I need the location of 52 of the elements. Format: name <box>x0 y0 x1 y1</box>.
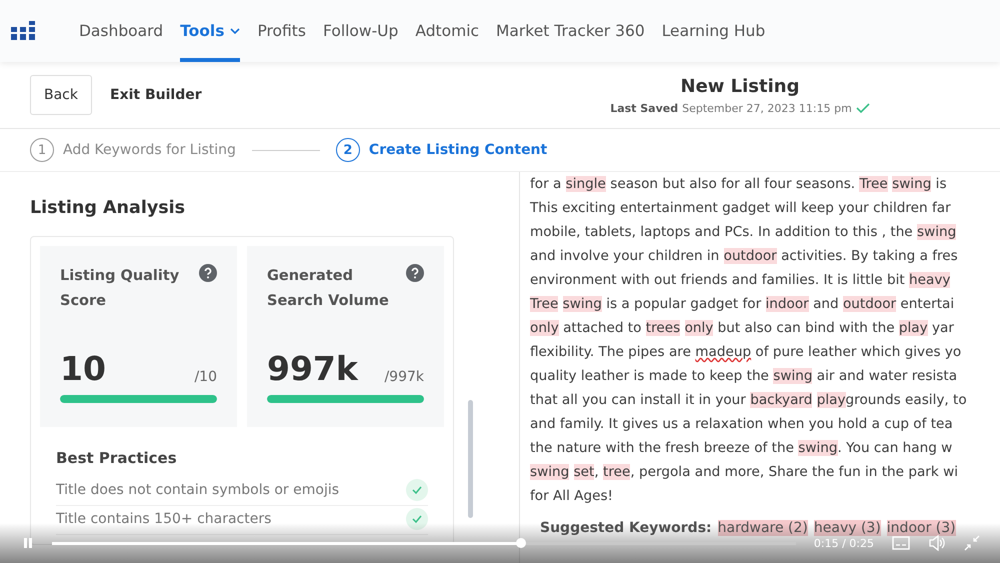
help-icon[interactable] <box>199 264 217 282</box>
captions-icon[interactable] <box>892 536 910 550</box>
nav-tab[interactable]: Tools <box>180 0 240 62</box>
text-line: swing set, tree, pergola and more, Share the fun in the park wi <box>530 463 959 482</box>
exit-builder-link[interactable]: Exit Builder <box>110 87 202 103</box>
metric-max: /10 <box>194 369 217 385</box>
text-line: Tree swing is a popular gadget for indoor and outdoor entertai <box>530 295 956 314</box>
keyword-tag[interactable]: indoor (3) <box>886 520 956 536</box>
text-line: and involve your children in outdoor activities. By taking a fres <box>530 247 959 266</box>
metric-value: 997k <box>267 352 358 385</box>
scrollbar[interactable] <box>468 400 473 518</box>
text-line: that all you can install it in your backyard playgrounds easily, to <box>530 391 968 410</box>
metric-label: Generated Search Volume <box>267 267 390 311</box>
nav-tab[interactable]: Follow-Up <box>322 0 398 62</box>
nav-tab[interactable]: Profits <box>257 0 306 62</box>
suggested-keywords-label: Suggested Keywords: <box>540 520 712 536</box>
back-button[interactable]: Back <box>30 75 92 115</box>
nav-tab[interactable]: Market Tracker 360 <box>496 0 645 62</box>
video-time: 0:15 / 0:25 <box>814 536 874 550</box>
keyword-tag[interactable]: hardware (2) <box>718 520 808 536</box>
nav-tab[interactable]: Learning Hub <box>662 0 766 62</box>
text-line: mobile, tablets, laptops and PCs. In addition to this , the swing <box>530 223 958 242</box>
text-line: quality leather is made to keep the swing air and water resista <box>530 367 958 386</box>
logo-icon[interactable] <box>10 20 38 42</box>
volume-icon[interactable] <box>928 535 946 551</box>
text-line: for a single season but also for all four seasons. Tree swing is <box>530 175 948 194</box>
section-title: Listing Analysis <box>30 198 186 218</box>
text-line: and family. It gives us a relaxation when you hold a cup of tea <box>530 415 954 434</box>
pause-icon[interactable] <box>22 537 34 549</box>
step-tab[interactable]: 2 Create Listing Content <box>336 138 548 162</box>
text-line: flexibility. The pipes are madeup of pure leather which gives yo <box>530 343 962 362</box>
caret-icon[interactable] <box>230 28 240 34</box>
step-tab[interactable]: 1 Add Keywords for Listing <box>30 138 236 162</box>
metric-label: Listing Quality Score <box>60 267 180 311</box>
best-practices-title: Best Practices <box>56 449 178 467</box>
text-line: This exciting entertainment gadget will keep your children far <box>530 199 952 218</box>
exit-fullscreen-icon[interactable] <box>964 535 980 551</box>
last-saved-label: Last Saved <box>610 102 678 114</box>
nav-tab[interactable]: Dashboard <box>79 0 164 62</box>
metric-max: /997k <box>384 369 424 385</box>
text-line: the nature with the fresh breeze of the swing. You can hang w <box>530 439 954 458</box>
practice-text: Title does not contain symbols or emojis <box>56 482 340 498</box>
text-line: for All Ages! <box>530 487 614 506</box>
text-line: only attached to trees only but also can bind with the play yar <box>530 319 955 338</box>
page-title: New Listing <box>680 76 800 96</box>
saved-date: September 27, 2023 11:15 pm <box>682 102 852 114</box>
text-line: environment with out friends and families. It is little bit heavy <box>530 271 952 290</box>
help-icon[interactable] <box>406 264 424 282</box>
keyword-tag[interactable]: heavy (3) <box>814 520 881 536</box>
nav-tab[interactable]: Adtomic <box>415 0 480 62</box>
metric-value: 10 <box>60 352 106 385</box>
practice-text: Title contains 150+ characters <box>56 511 272 527</box>
